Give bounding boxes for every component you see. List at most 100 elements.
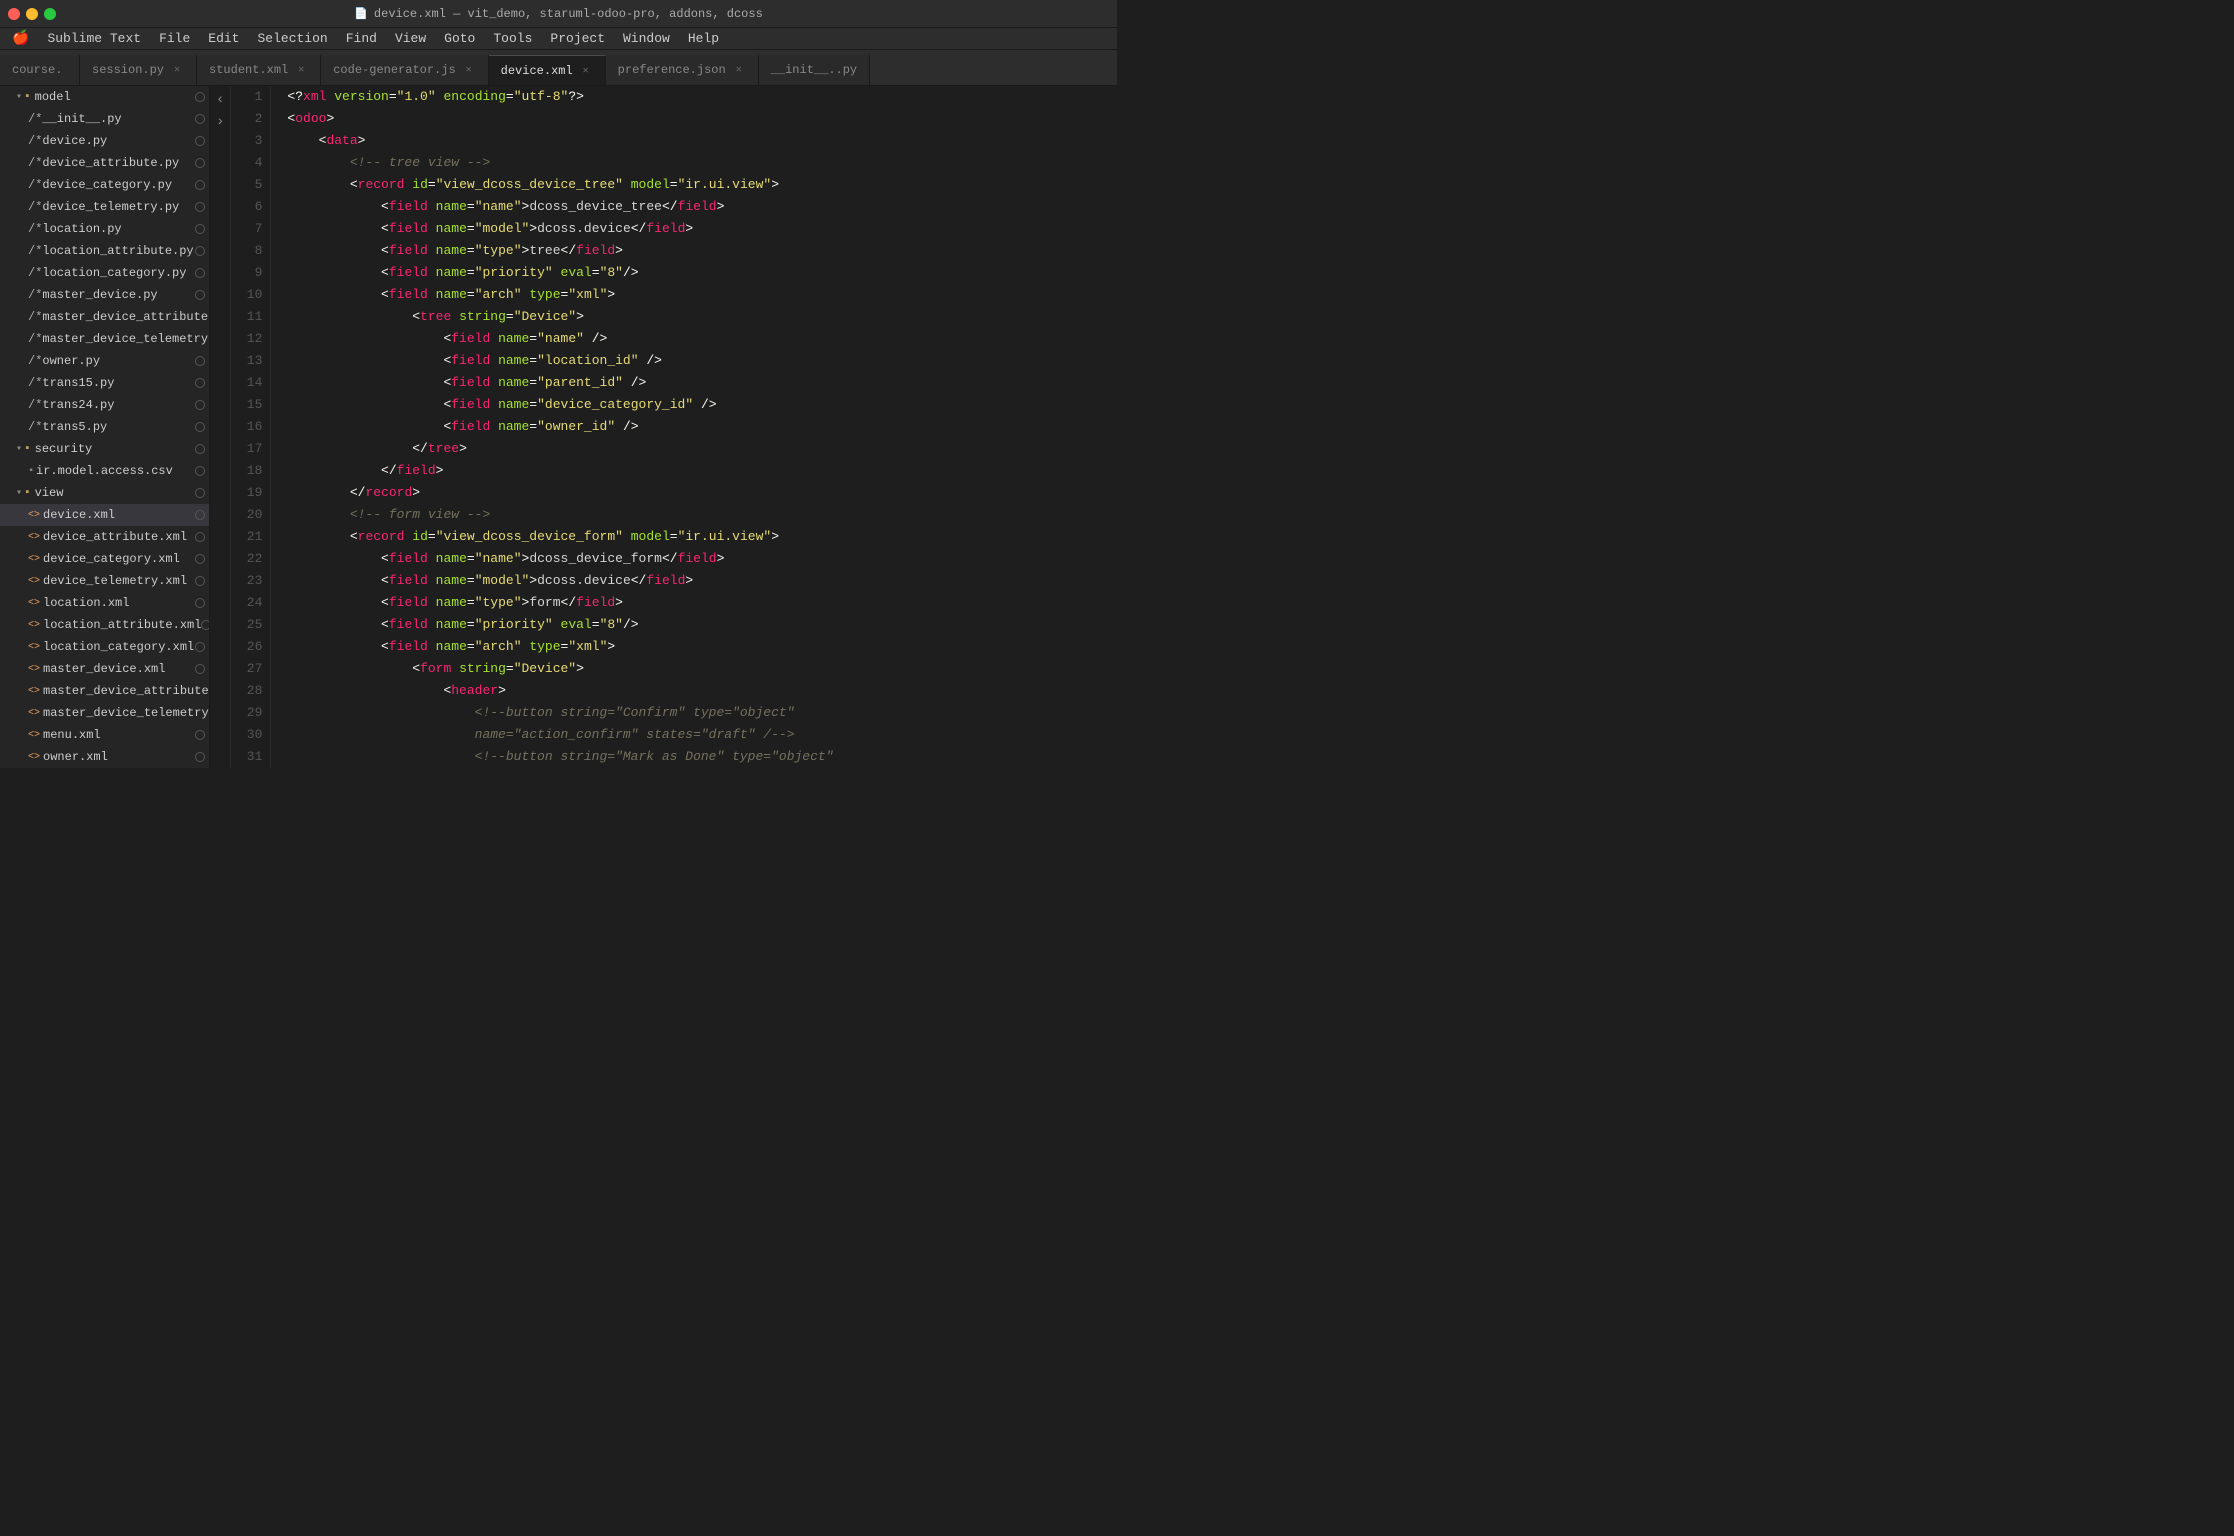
sidebar-circle bbox=[195, 444, 205, 454]
tab-code-generator[interactable]: code-generator.js ✕ bbox=[321, 55, 488, 85]
tab-close-student[interactable]: ✕ bbox=[294, 63, 308, 77]
sidebar-label: ir.model.access.csv bbox=[36, 464, 173, 478]
sidebar-item-loc-attr-xml[interactable]: <> location_attribute.xml bbox=[0, 614, 209, 636]
sidebar-item-device-cat-py[interactable]: /* device_category.py bbox=[0, 174, 209, 196]
sidebar-item-trans5-py[interactable]: /* trans5.py bbox=[0, 416, 209, 438]
sidebar-item-trans15-py[interactable]: /* trans15.py bbox=[0, 372, 209, 394]
sidebar-item-loc-attr-py[interactable]: /* location_attribute.py bbox=[0, 240, 209, 262]
menubar: 🍎 Sublime Text File Edit Selection Find … bbox=[0, 28, 1117, 50]
sidebar-circle bbox=[195, 158, 205, 168]
menu-project[interactable]: Project bbox=[542, 29, 613, 48]
menu-goto[interactable]: Goto bbox=[436, 29, 483, 48]
menu-window[interactable]: Window bbox=[615, 29, 678, 48]
tab-close-session[interactable]: ✕ bbox=[170, 63, 184, 77]
sidebar-label: device.xml bbox=[43, 508, 115, 522]
sidebar-circle bbox=[195, 576, 205, 586]
tabbar: course. session.py ✕ student.xml ✕ code-… bbox=[0, 50, 1117, 86]
sidebar-item-owner-py[interactable]: /* owner.py bbox=[0, 350, 209, 372]
tab-preference[interactable]: preference.json ✕ bbox=[606, 55, 759, 85]
tab-device-xml[interactable]: device.xml ✕ bbox=[489, 55, 606, 85]
tab-session[interactable]: session.py ✕ bbox=[80, 55, 197, 85]
sidebar-item-device-tel-py[interactable]: /* device_telemetry.py bbox=[0, 196, 209, 218]
nav-forward[interactable]: › bbox=[212, 112, 228, 132]
py-icon: /* bbox=[28, 398, 42, 412]
sidebar-item-location-xml[interactable]: <> location.xml bbox=[0, 592, 209, 614]
menu-selection[interactable]: Selection bbox=[250, 29, 336, 48]
sidebar-circle bbox=[195, 422, 205, 432]
tab-close-preference[interactable]: ✕ bbox=[732, 63, 746, 77]
sidebar-label: device_attribute.xml bbox=[43, 530, 187, 544]
xml-icon: <> bbox=[28, 730, 40, 741]
sidebar-item-owner-xml[interactable]: <> owner.xml bbox=[0, 746, 209, 768]
sidebar-item-trans24-py[interactable]: /* trans24.py bbox=[0, 394, 209, 416]
folder-arrow: ▾ bbox=[16, 91, 22, 103]
sidebar-item-location-py[interactable]: /* location.py bbox=[0, 218, 209, 240]
menu-edit[interactable]: Edit bbox=[200, 29, 247, 48]
sidebar-label: device_telemetry.py bbox=[42, 200, 179, 214]
minimize-button[interactable] bbox=[26, 8, 38, 20]
maximize-button[interactable] bbox=[44, 8, 56, 20]
sidebar-item-device-cat-xml[interactable]: <> device_category.xml bbox=[0, 548, 209, 570]
tab-init[interactable]: __init__..py bbox=[759, 55, 870, 85]
sidebar-label: master_device.xml bbox=[43, 662, 165, 676]
sidebar-circle bbox=[195, 92, 205, 102]
traffic-lights[interactable] bbox=[8, 8, 56, 20]
menu-sublime-text[interactable]: Sublime Text bbox=[39, 29, 149, 48]
sidebar-item-menu-xml[interactable]: <> menu.xml bbox=[0, 724, 209, 746]
sidebar-item-master-dev-xml[interactable]: <> master_device.xml bbox=[0, 658, 209, 680]
sidebar-item-device-attr-xml[interactable]: <> device_attribute.xml bbox=[0, 526, 209, 548]
sidebar-item-master-dev-attr-py[interactable]: /* master_device_attribute.py bbox=[0, 306, 209, 328]
sidebar-item-master-dev-tel-py[interactable]: /* master_device_telemetry.py bbox=[0, 328, 209, 350]
menu-help[interactable]: Help bbox=[680, 29, 727, 48]
tab-close-code-generator[interactable]: ✕ bbox=[462, 63, 476, 77]
code-content[interactable]: <?xml version="1.0" encoding="utf-8"?> <… bbox=[271, 86, 1117, 768]
tab-close-device-xml[interactable]: ✕ bbox=[579, 64, 593, 78]
sidebar-circle bbox=[201, 620, 210, 630]
xml-icon: <> bbox=[28, 532, 40, 543]
sidebar-label: master_device_telemetry.xml bbox=[43, 706, 210, 720]
folder-icon-security: ▪ bbox=[24, 443, 31, 455]
py-icon: /* bbox=[28, 134, 42, 148]
menu-file[interactable]: File bbox=[151, 29, 198, 48]
menu-find[interactable]: Find bbox=[338, 29, 385, 48]
sidebar-folder-security[interactable]: ▾ ▪ security bbox=[0, 438, 209, 460]
sidebar-item-ir-model[interactable]: ▪ ir.model.access.csv bbox=[0, 460, 209, 482]
close-button[interactable] bbox=[8, 8, 20, 20]
sidebar-label: master_device.py bbox=[42, 288, 157, 302]
sidebar-circle bbox=[195, 290, 205, 300]
folder-icon-view: ▪ bbox=[24, 487, 31, 499]
sidebar-label: owner.xml bbox=[43, 750, 108, 764]
code-editor[interactable]: 1 2 3 4 5 6 7 8 9 10 11 12 13 14 15 16 1… bbox=[231, 86, 1117, 768]
py-icon: /* bbox=[28, 420, 42, 434]
sidebar-item-master-dev-attr-xml[interactable]: <> master_device_attribute.xml bbox=[0, 680, 209, 702]
sidebar-item-init-py[interactable]: /* __init__.py bbox=[0, 108, 209, 130]
apple-menu[interactable]: 🍎 bbox=[4, 28, 37, 49]
sidebar: ▾ ▪ model /* __init__.py /* device.py /*… bbox=[0, 86, 210, 768]
sidebar-item-loc-cat-py[interactable]: /* location_category.py bbox=[0, 262, 209, 284]
sidebar-item-device-xml[interactable]: <> device.xml bbox=[0, 504, 209, 526]
sidebar-folder-view[interactable]: ▾ ▪ view bbox=[0, 482, 209, 504]
editor-area: ‹ › 1 2 3 4 5 6 7 8 9 10 11 12 13 14 15 … bbox=[210, 86, 1117, 768]
sidebar-folder-model[interactable]: ▾ ▪ model bbox=[0, 86, 209, 108]
py-icon: /* bbox=[28, 156, 42, 170]
tab-course[interactable]: course. bbox=[0, 55, 80, 85]
menu-view[interactable]: View bbox=[387, 29, 434, 48]
nav-back[interactable]: ‹ bbox=[212, 90, 228, 110]
sidebar-item-device-attr-py[interactable]: /* device_attribute.py bbox=[0, 152, 209, 174]
nav-arrows: ‹ › bbox=[210, 86, 231, 768]
tab-student[interactable]: student.xml ✕ bbox=[197, 55, 321, 85]
xml-icon: <> bbox=[28, 686, 40, 697]
sidebar-item-master-device-py[interactable]: /* master_device.py bbox=[0, 284, 209, 306]
sidebar-item-loc-cat-xml[interactable]: <> location_category.xml bbox=[0, 636, 209, 658]
sidebar-item-device-tel-xml[interactable]: <> device_telemetry.xml bbox=[0, 570, 209, 592]
sidebar-item-device-py[interactable]: /* device.py bbox=[0, 130, 209, 152]
sidebar-label: location_category.py bbox=[42, 266, 186, 280]
py-icon: /* bbox=[28, 200, 42, 214]
folder-arrow: ▾ bbox=[16, 487, 22, 499]
menu-tools[interactable]: Tools bbox=[485, 29, 540, 48]
sidebar-circle bbox=[195, 136, 205, 146]
py-icon: /* bbox=[28, 376, 42, 390]
sidebar-item-master-dev-tel-xml[interactable]: <> master_device_telemetry.xml bbox=[0, 702, 209, 724]
py-icon: /* bbox=[28, 332, 42, 346]
titlebar: 📄 device.xml — vit_demo, staruml-odoo-pr… bbox=[0, 0, 1117, 28]
